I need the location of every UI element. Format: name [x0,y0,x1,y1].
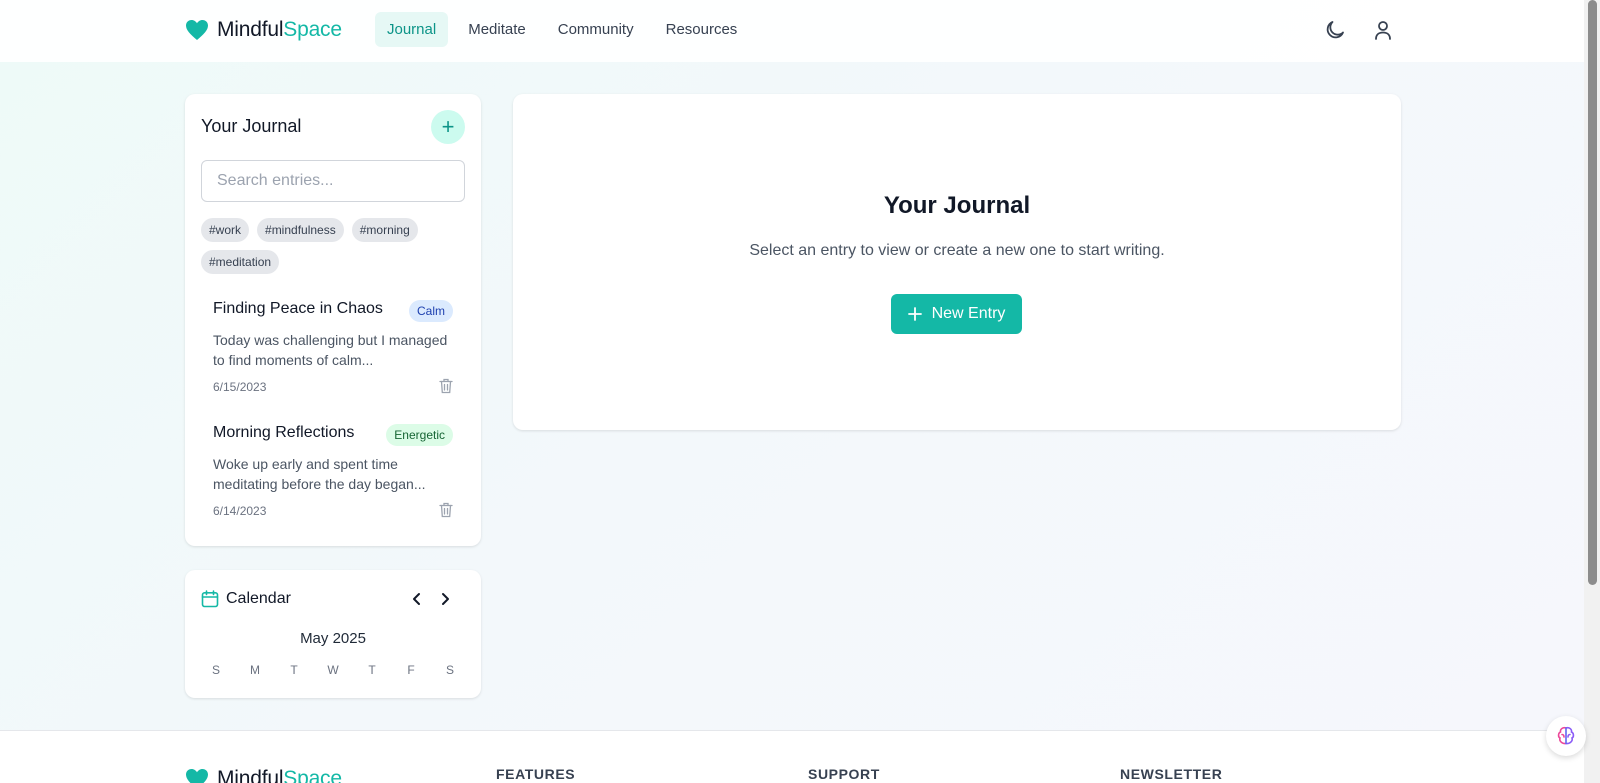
new-entry-label: New Entry [931,305,1006,322]
top-nav: MindfulSpace Journal Meditate Community … [0,0,1584,62]
brand-logo[interactable]: MindfulSpace [185,18,342,42]
weekday-label: T [290,663,298,677]
journal-main-panel: Your Journal Select an entry to view or … [513,94,1401,430]
mood-badge: Calm [408,300,453,322]
scrollbar[interactable] [1584,0,1600,783]
weekday-label: S [211,663,220,677]
nav-resources[interactable]: Resources [654,12,750,47]
weekday-label: M [250,663,260,677]
plus-icon [907,307,922,321]
calendar-month: May 2025 [300,630,366,647]
nav-community[interactable]: Community [546,12,646,47]
weekday-header: S M T W T F S [201,663,465,677]
heart-icon [186,769,208,783]
journal-entry[interactable]: Finding Peace in Chaos Calm Today was ch… [197,292,469,402]
tag-morning[interactable]: #morning [351,218,418,242]
entry-date: 6/15/2023 [213,380,267,394]
calendar-widget: Calendar May 2025 S M T W T F S [185,570,481,698]
weekday-label: F [407,663,415,677]
mood-badge: Energetic [386,424,453,446]
nav-meditate[interactable]: Meditate [456,12,538,47]
empty-state-message: Select an entry to view or create a new … [749,242,1165,259]
entry-title: Morning Reflections [213,424,355,441]
weekday-label: W [327,663,339,677]
assistant-brain-button[interactable] [1546,716,1586,756]
trash-icon[interactable] [439,502,453,518]
new-entry-button[interactable]: New Entry [891,294,1022,334]
calendar-title: Calendar [226,590,291,607]
trash-icon[interactable] [439,378,453,394]
entry-date: 6/14/2023 [213,504,267,518]
journal-heading: Your Journal [201,116,302,136]
tag-work[interactable]: #work [201,218,250,242]
tag-meditation[interactable]: #meditation [201,250,280,274]
brand-name: MindfulSpace [217,18,342,41]
weekday-label: T [368,663,376,677]
scrollbar-thumb[interactable] [1588,0,1597,585]
tag-mindfulness[interactable]: #mindfulness [257,218,344,242]
footer-heading-support: SUPPORT [808,766,880,782]
search-input[interactable] [201,160,465,202]
add-entry-button[interactable]: + [431,110,465,144]
footer: MindfulSpace FEATURES SUPPORT NEWSLETTER [0,730,1584,783]
footer-heading-newsletter: NEWSLETTER [1120,766,1223,782]
moon-icon[interactable] [1323,18,1347,42]
chevron-left-icon[interactable] [409,590,425,608]
chevron-right-icon[interactable] [437,590,453,608]
tag-list: #work #mindfulness #morning #meditation [201,218,471,274]
footer-brand[interactable]: MindfulSpace [185,767,342,783]
weekday-label: S [445,663,454,677]
calendar-icon [201,590,219,608]
main-nav: Journal Meditate Community Resources [375,12,749,47]
nav-journal[interactable]: Journal [375,12,449,47]
page-title: Your Journal [883,192,1031,219]
brand-name: MindfulSpace [217,767,342,783]
heart-icon [186,20,208,40]
entry-title: Finding Peace in Chaos [213,300,383,317]
journal-entry[interactable]: Morning Reflections Energetic Woke up ea… [197,416,469,526]
entry-preview: Today was challenging but I managed to f… [213,332,448,368]
brain-icon [1557,726,1575,745]
entry-preview: Woke up early and spent time meditating … [213,456,426,492]
journal-sidebar: Your Journal + #work #mindfulness #morni… [185,94,481,546]
footer-heading-features: FEATURES [496,766,576,782]
user-icon[interactable] [1371,18,1395,42]
